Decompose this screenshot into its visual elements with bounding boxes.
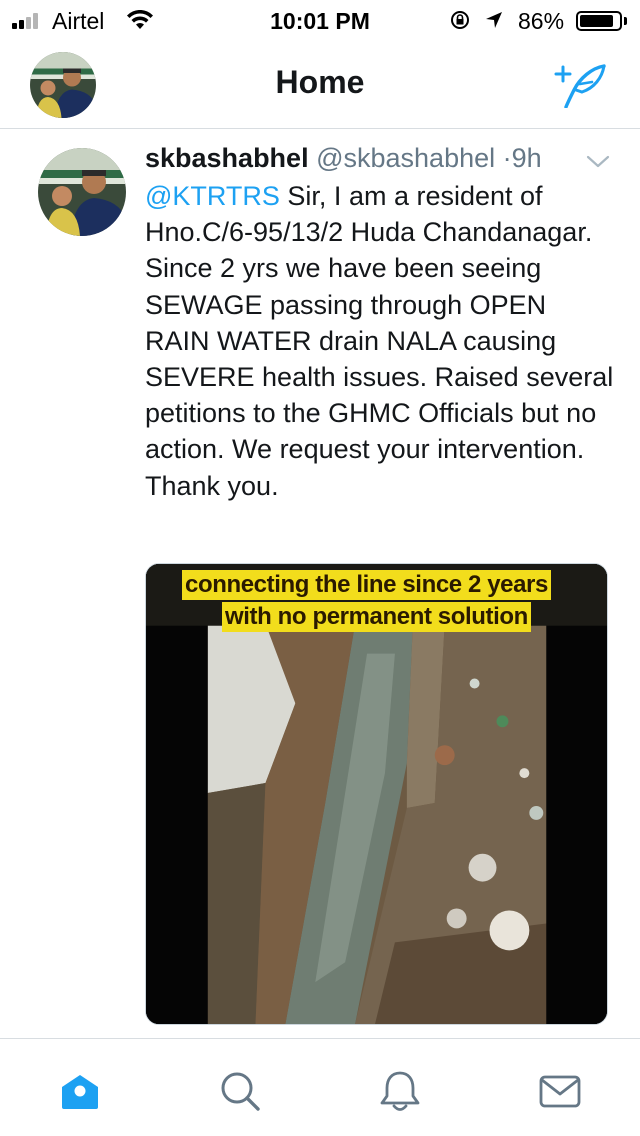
notifications-icon (380, 1071, 420, 1111)
tab-bar (0, 1038, 640, 1136)
tweet-author-avatar[interactable] (38, 148, 126, 236)
chevron-down-icon[interactable] (584, 152, 612, 172)
tab-messages[interactable] (538, 1069, 582, 1113)
tweet-time: 9h (511, 143, 542, 173)
tweet-body: Sir, I am a resident of Hno.C/6-95/13/2 … (145, 181, 614, 501)
tweet-text: @KTRTRS Sir, I am a resident of Hno.C/6-… (145, 178, 615, 504)
video-caption-line1: connecting the line since 2 years (182, 570, 551, 600)
tab-home[interactable] (58, 1069, 102, 1113)
home-icon (62, 1075, 98, 1109)
tweet-header: skbashabhel @skbashabhel ·9h (145, 143, 542, 174)
tweet-media-video[interactable]: connecting the line since 2 years with n… (145, 563, 608, 1025)
messages-icon (539, 1075, 581, 1108)
page-title: Home (275, 64, 365, 100)
drain-photo (146, 564, 607, 1024)
battery-percentage: 86% (518, 8, 565, 34)
tab-notifications[interactable] (378, 1069, 422, 1113)
author-avatar-image (38, 148, 126, 236)
battery-icon (576, 11, 622, 31)
video-caption-line2: with no permanent solution (222, 602, 531, 632)
location-arrow-icon (486, 12, 502, 28)
mention-link[interactable]: @KTRTRS (145, 181, 280, 211)
tab-search[interactable] (218, 1069, 262, 1113)
battery-tip (624, 17, 627, 25)
author-name[interactable]: skbashabhel (145, 143, 309, 173)
search-icon (221, 1072, 260, 1111)
compose-tweet-icon[interactable] (554, 62, 610, 108)
status-bar: Airtel 10:01 PM 86% (0, 0, 640, 40)
orientation-lock-icon (451, 11, 469, 29)
navigation-bar: Home (0, 40, 640, 129)
author-handle[interactable]: @skbashabhel (316, 143, 503, 173)
time-separator: · (502, 143, 512, 173)
